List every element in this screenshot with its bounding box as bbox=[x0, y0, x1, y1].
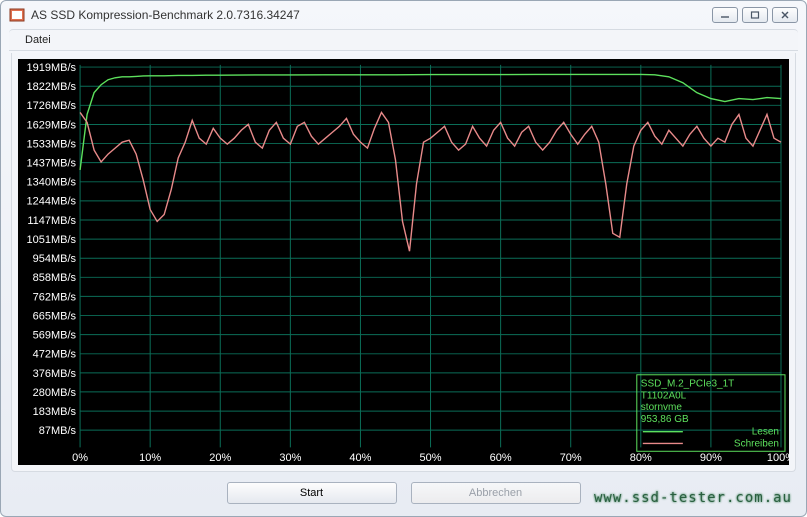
svg-text:87MB/s: 87MB/s bbox=[39, 425, 77, 437]
svg-text:1629MB/s: 1629MB/s bbox=[27, 120, 77, 132]
window-title: AS SSD Kompression-Benchmark 2.0.7316.34… bbox=[31, 8, 712, 22]
window-controls bbox=[712, 7, 798, 23]
svg-text:569MB/s: 569MB/s bbox=[33, 330, 77, 342]
svg-text:472MB/s: 472MB/s bbox=[33, 349, 77, 361]
chart: 87MB/s 183MB/s 280MB/s 376MB/s 472MB/s 569MB/… bbox=[18, 59, 789, 465]
svg-text:70%: 70% bbox=[560, 452, 582, 464]
svg-text:1437MB/s: 1437MB/s bbox=[27, 158, 77, 170]
legend-write: Schreiben bbox=[734, 438, 779, 449]
svg-text:10%: 10% bbox=[139, 452, 161, 464]
svg-text:20%: 20% bbox=[209, 452, 231, 464]
svg-text:1051MB/s: 1051MB/s bbox=[27, 234, 77, 246]
svg-text:60%: 60% bbox=[490, 452, 512, 464]
svg-text:954MB/s: 954MB/s bbox=[33, 253, 77, 265]
menubar: Datei bbox=[9, 29, 798, 51]
svg-text:1822MB/s: 1822MB/s bbox=[27, 81, 77, 93]
svg-text:1244MB/s: 1244MB/s bbox=[27, 196, 77, 208]
maximize-button[interactable] bbox=[742, 7, 768, 23]
svg-text:1919MB/s: 1919MB/s bbox=[27, 62, 77, 74]
content-area: 87MB/s 183MB/s 280MB/s 376MB/s 472MB/s 569MB/… bbox=[11, 53, 796, 472]
svg-text:1726MB/s: 1726MB/s bbox=[27, 100, 77, 112]
svg-text:376MB/s: 376MB/s bbox=[33, 368, 77, 380]
svg-text:40%: 40% bbox=[349, 452, 371, 464]
app-icon bbox=[9, 7, 25, 23]
close-button[interactable] bbox=[772, 7, 798, 23]
device-line3: stornvme bbox=[641, 402, 683, 413]
svg-text:665MB/s: 665MB/s bbox=[33, 311, 77, 323]
watermark: www.ssd-tester.com.au bbox=[594, 490, 792, 506]
svg-text:0%: 0% bbox=[72, 452, 88, 464]
svg-text:280MB/s: 280MB/s bbox=[33, 387, 77, 399]
app-window: AS SSD Kompression-Benchmark 2.0.7316.34… bbox=[0, 0, 807, 517]
svg-text:50%: 50% bbox=[420, 452, 442, 464]
legend-read: Lesen bbox=[752, 427, 779, 438]
svg-text:90%: 90% bbox=[700, 452, 722, 464]
device-line2: T1102A0L bbox=[641, 390, 687, 401]
device-line4: 953,86 GB bbox=[641, 414, 689, 425]
minimize-button[interactable] bbox=[712, 7, 738, 23]
svg-text:858MB/s: 858MB/s bbox=[33, 272, 77, 284]
svg-text:1147MB/s: 1147MB/s bbox=[27, 215, 76, 227]
cancel-button[interactable]: Abbrechen bbox=[411, 482, 581, 504]
svg-text:1340MB/s: 1340MB/s bbox=[27, 177, 77, 189]
svg-text:100%: 100% bbox=[767, 452, 789, 464]
titlebar: AS SSD Kompression-Benchmark 2.0.7316.34… bbox=[1, 1, 806, 29]
start-button[interactable]: Start bbox=[227, 482, 397, 504]
svg-text:80%: 80% bbox=[630, 452, 652, 464]
menu-file[interactable]: Datei bbox=[17, 32, 59, 48]
svg-text:1533MB/s: 1533MB/s bbox=[27, 139, 77, 151]
svg-text:762MB/s: 762MB/s bbox=[33, 291, 77, 303]
device-line1: SSD_M.2_PCIe3_1T bbox=[641, 379, 734, 390]
svg-text:183MB/s: 183MB/s bbox=[33, 406, 77, 418]
svg-text:30%: 30% bbox=[279, 452, 301, 464]
